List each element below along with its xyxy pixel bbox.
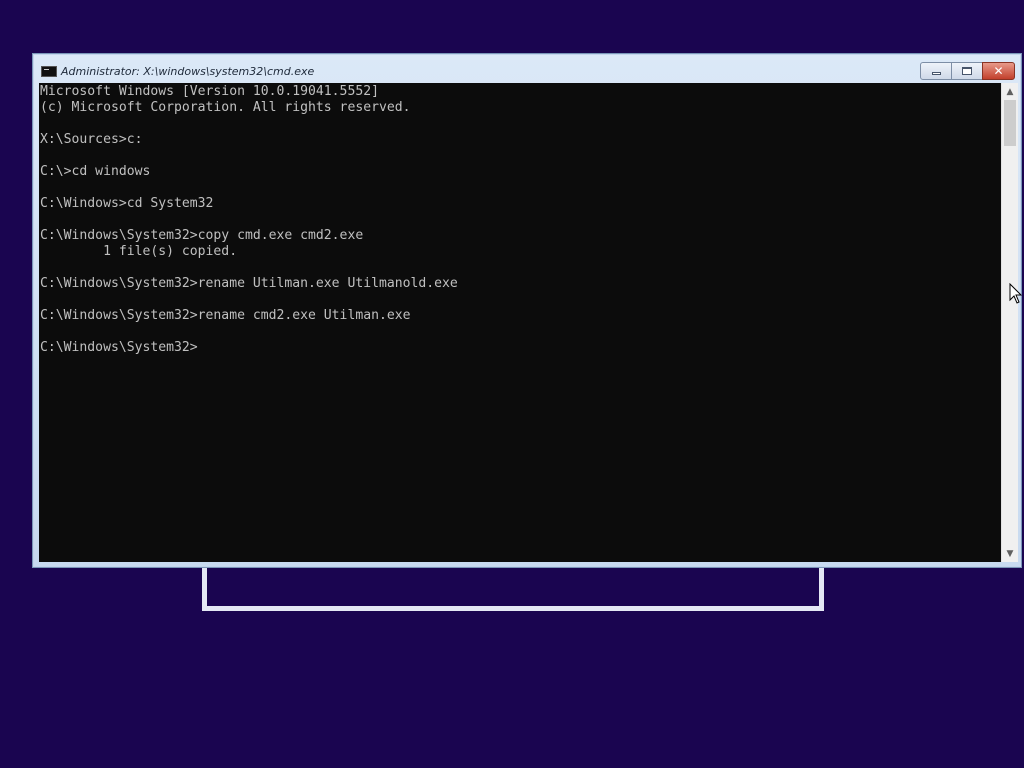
console-line: C:\Windows\System32>copy cmd.exe cmd2.ex… — [40, 228, 364, 243]
minimize-icon — [931, 71, 941, 75]
console-line: Microsoft Windows [Version 10.0.19041.55… — [40, 84, 379, 99]
vertical-scrollbar[interactable]: ▲ ▼ — [1001, 83, 1018, 562]
console-line: (c) Microsoft Corporation. All rights re… — [40, 100, 411, 115]
console-line: C:\>cd windows — [40, 164, 151, 179]
maximize-button[interactable] — [951, 62, 983, 80]
scroll-up-icon[interactable]: ▲ — [1002, 83, 1018, 100]
console-text: Microsoft Windows [Version 10.0.19041.55… — [39, 83, 1001, 356]
maximize-icon — [962, 67, 972, 75]
console-line: 1 file(s) copied. — [40, 244, 238, 259]
scroll-thumb[interactable] — [1004, 100, 1016, 146]
mouse-cursor-icon — [1009, 283, 1023, 304]
console-line: C:\Windows\System32> — [40, 340, 198, 355]
window-title: Administrator: X:\windows\system32\cmd.e… — [61, 65, 315, 78]
close-icon: ✕ — [993, 64, 1004, 78]
cmd-window[interactable]: Administrator: X:\windows\system32\cmd.e… — [32, 53, 1022, 568]
desktop: Administrator: X:\windows\system32\cmd.e… — [0, 0, 1024, 768]
scroll-down-icon[interactable]: ▼ — [1002, 545, 1018, 562]
console-line: C:\Windows>cd System32 — [40, 196, 214, 211]
title-bar[interactable]: Administrator: X:\windows\system32\cmd.e… — [33, 54, 1021, 84]
console-line: C:\Windows\System32>rename cmd2.exe Util… — [40, 308, 411, 323]
close-button[interactable]: ✕ — [982, 62, 1015, 80]
minimize-button[interactable] — [920, 62, 952, 80]
console-line: C:\Windows\System32>rename Utilman.exe U… — [40, 276, 458, 291]
console-output[interactable]: Microsoft Windows [Version 10.0.19041.55… — [39, 83, 1001, 562]
console-icon[interactable] — [41, 66, 57, 77]
console-line: X:\Sources>c: — [40, 132, 143, 147]
caption-buttons: ✕ — [920, 62, 1015, 80]
setup-dialog-frame — [202, 566, 824, 611]
